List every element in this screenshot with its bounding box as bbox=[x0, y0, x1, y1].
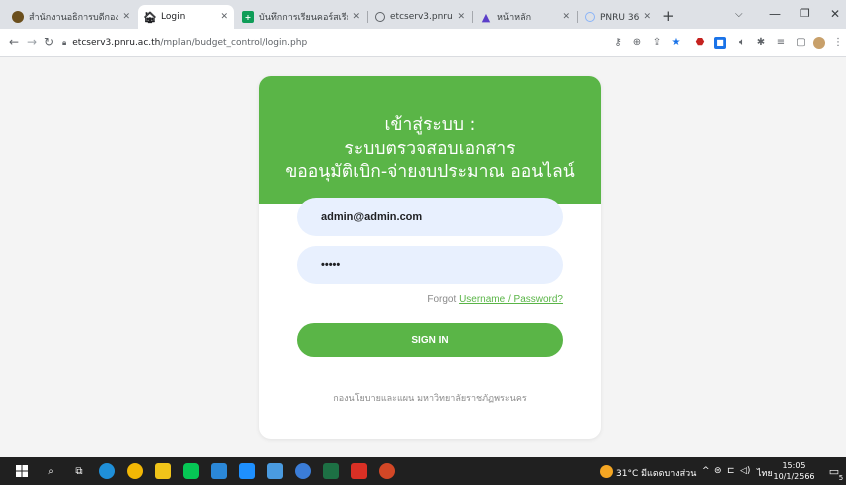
forgot-credentials: Forgot Username / Password? bbox=[259, 294, 563, 305]
new-tab-button[interactable]: + bbox=[662, 7, 675, 25]
close-icon[interactable]: ✕ bbox=[122, 12, 130, 22]
page-viewport: เข้าสู่ระบบ : ระบบตรวจสอบเอกสาร ขออนุมัต… bbox=[0, 57, 846, 457]
windows-start-icon[interactable] bbox=[14, 463, 30, 479]
close-window-icon[interactable]: ✕ bbox=[830, 7, 840, 21]
teams-icon[interactable] bbox=[239, 463, 255, 479]
tab-separator bbox=[472, 11, 473, 23]
university-logo-icon bbox=[12, 11, 24, 23]
browser-app-icon[interactable] bbox=[295, 463, 311, 479]
email-input[interactable] bbox=[297, 198, 563, 236]
close-icon[interactable]: ✕ bbox=[352, 12, 360, 22]
reading-list-icon[interactable]: ≡ bbox=[775, 37, 787, 49]
browser-tab-strip: สำนักงานอธิการบดีกองฯ ✕ 🏠︎ Login ✕ + บัน… bbox=[0, 0, 846, 29]
side-panel-icon[interactable]: ▢ bbox=[795, 37, 807, 49]
browser-tab-active[interactable]: 🏠︎ Login ✕ bbox=[138, 5, 234, 29]
browser-tab[interactable]: PNRU 360 Tour - มหาวิท ✕ bbox=[579, 5, 657, 29]
notification-icon[interactable]: ▭ 5 bbox=[826, 463, 844, 482]
browser-tab[interactable]: สำนักงานอธิการบดีกองฯ ✕ bbox=[6, 5, 136, 29]
pdf-reader-icon[interactable] bbox=[351, 463, 367, 479]
menu-kebab-icon[interactable]: ⋮ bbox=[832, 37, 844, 49]
shield-extension-icon[interactable]: ⬣ bbox=[694, 37, 706, 49]
mail-icon[interactable] bbox=[267, 463, 283, 479]
bookmark-star-icon[interactable]: ★ bbox=[670, 37, 682, 49]
forgot-label: Forgot bbox=[427, 294, 460, 305]
tab-title: Login bbox=[161, 12, 186, 22]
profile-avatar[interactable] bbox=[813, 37, 825, 49]
reload-icon[interactable]: ↻ bbox=[44, 35, 54, 49]
url-path: /mplan/budget_control/login.php bbox=[160, 38, 308, 48]
browser-tab[interactable]: + บันทึกการเรียนคอร์สเรียน ✕ bbox=[236, 5, 366, 29]
browser-tab[interactable]: ▲ หน้าหลัก ✕ bbox=[474, 5, 576, 29]
close-icon[interactable]: ✕ bbox=[643, 12, 651, 22]
clock-time: 15:05 bbox=[782, 461, 806, 470]
minimize-icon[interactable]: — bbox=[769, 7, 781, 21]
close-icon[interactable]: ✕ bbox=[220, 12, 228, 22]
close-icon[interactable]: ✕ bbox=[562, 12, 570, 22]
store-icon[interactable] bbox=[211, 463, 227, 479]
puzzle-icon[interactable]: ✱ bbox=[755, 37, 767, 49]
login-card-header: เข้าสู่ระบบ : ระบบตรวจสอบเอกสาร ขออนุมัต… bbox=[259, 76, 601, 204]
tray-app-icon[interactable]: ⊜ bbox=[714, 466, 722, 476]
chrome-icon[interactable] bbox=[127, 463, 143, 479]
login-card: เข้าสู่ระบบ : ระบบตรวจสอบเอกสาร ขออนุมัต… bbox=[259, 76, 601, 439]
network-icon[interactable]: ⊏ bbox=[727, 466, 735, 476]
windows-taskbar: ⌕ ⧉ 31°C มีแดดบางส่วน ^ ⊜ ⊏ ◁) ไทย 15:05… bbox=[0, 457, 846, 485]
notification-count: 5 bbox=[838, 473, 844, 482]
browser-tab[interactable]: etcserv3.pnru.ac.th ✕ bbox=[369, 5, 471, 29]
key-icon[interactable]: ⚷ bbox=[612, 37, 624, 49]
weather-icon[interactable] bbox=[600, 465, 613, 478]
globe-icon bbox=[375, 12, 385, 22]
sheet-icon: + bbox=[242, 11, 254, 23]
browser-toolbar: ← → ↻ 🔒︎ etcserv3.pnru.ac.th/mplan/budge… bbox=[0, 29, 846, 57]
edge-icon[interactable] bbox=[99, 463, 115, 479]
tab-title: สำนักงานอธิการบดีกองฯ bbox=[29, 13, 119, 23]
maximize-icon[interactable]: ❐ bbox=[800, 7, 810, 20]
tab-search-chevron-icon[interactable]: ⌵ bbox=[735, 9, 743, 20]
extension-icon[interactable]: ■ bbox=[714, 37, 726, 49]
tab-title: PNRU 360 Tour - มหาวิท bbox=[600, 13, 640, 23]
tour-icon bbox=[585, 12, 595, 22]
sign-in-button[interactable]: SIGN IN bbox=[297, 323, 563, 357]
file-explorer-icon[interactable] bbox=[155, 463, 171, 479]
department-footer: กองนโยบายและแผน มหาวิทยาลัยราชภัฏพระนคร bbox=[333, 394, 527, 404]
task-view-icon[interactable]: ⧉ bbox=[71, 463, 87, 479]
share-icon[interactable]: ⇪ bbox=[651, 37, 663, 49]
zoom-icon[interactable]: ⊕ bbox=[631, 37, 643, 49]
clock[interactable]: 15:05 10/1/2566 bbox=[768, 460, 820, 482]
url-host: etcserv3.pnru.ac.th bbox=[72, 38, 161, 48]
excel-icon[interactable] bbox=[323, 463, 339, 479]
tab-title: บันทึกการเรียนคอร์สเรียน bbox=[259, 13, 349, 23]
close-icon[interactable]: ✕ bbox=[457, 12, 465, 22]
system-name-subtitle: ขออนุมัติเบิก-จ่ายงบประมาณ ออนไลน์ bbox=[285, 162, 575, 182]
search-icon[interactable]: ⌕ bbox=[43, 463, 59, 479]
home-icon: 🏠︎ bbox=[143, 10, 157, 24]
lock-icon: 🔒︎ bbox=[62, 38, 67, 47]
tab-separator bbox=[367, 11, 368, 23]
forgot-password-link[interactable]: Username / Password? bbox=[459, 294, 563, 305]
address-bar[interactable]: 🔒︎ etcserv3.pnru.ac.th/mplan/budget_cont… bbox=[62, 33, 642, 53]
powerpoint-icon[interactable] bbox=[379, 463, 395, 479]
weather-text[interactable]: 31°C มีแดดบางส่วน bbox=[616, 466, 696, 480]
back-arrow-icon[interactable]: ← bbox=[9, 35, 19, 49]
password-input[interactable] bbox=[297, 246, 563, 284]
volume-icon[interactable]: ◁) bbox=[740, 466, 750, 476]
tab-title: etcserv3.pnru.ac.th bbox=[390, 12, 454, 22]
tab-separator bbox=[577, 11, 578, 23]
tray-overflow-icon[interactable]: ^ bbox=[702, 466, 710, 476]
clock-date: 10/1/2566 bbox=[773, 472, 815, 481]
speaker-icon[interactable]: 🔈︎ bbox=[736, 37, 748, 49]
line-app-icon[interactable] bbox=[183, 463, 199, 479]
tab-title: หน้าหลัก bbox=[497, 13, 532, 23]
forward-arrow-icon[interactable]: → bbox=[27, 35, 37, 49]
triangle-logo-icon: ▲ bbox=[481, 10, 491, 24]
